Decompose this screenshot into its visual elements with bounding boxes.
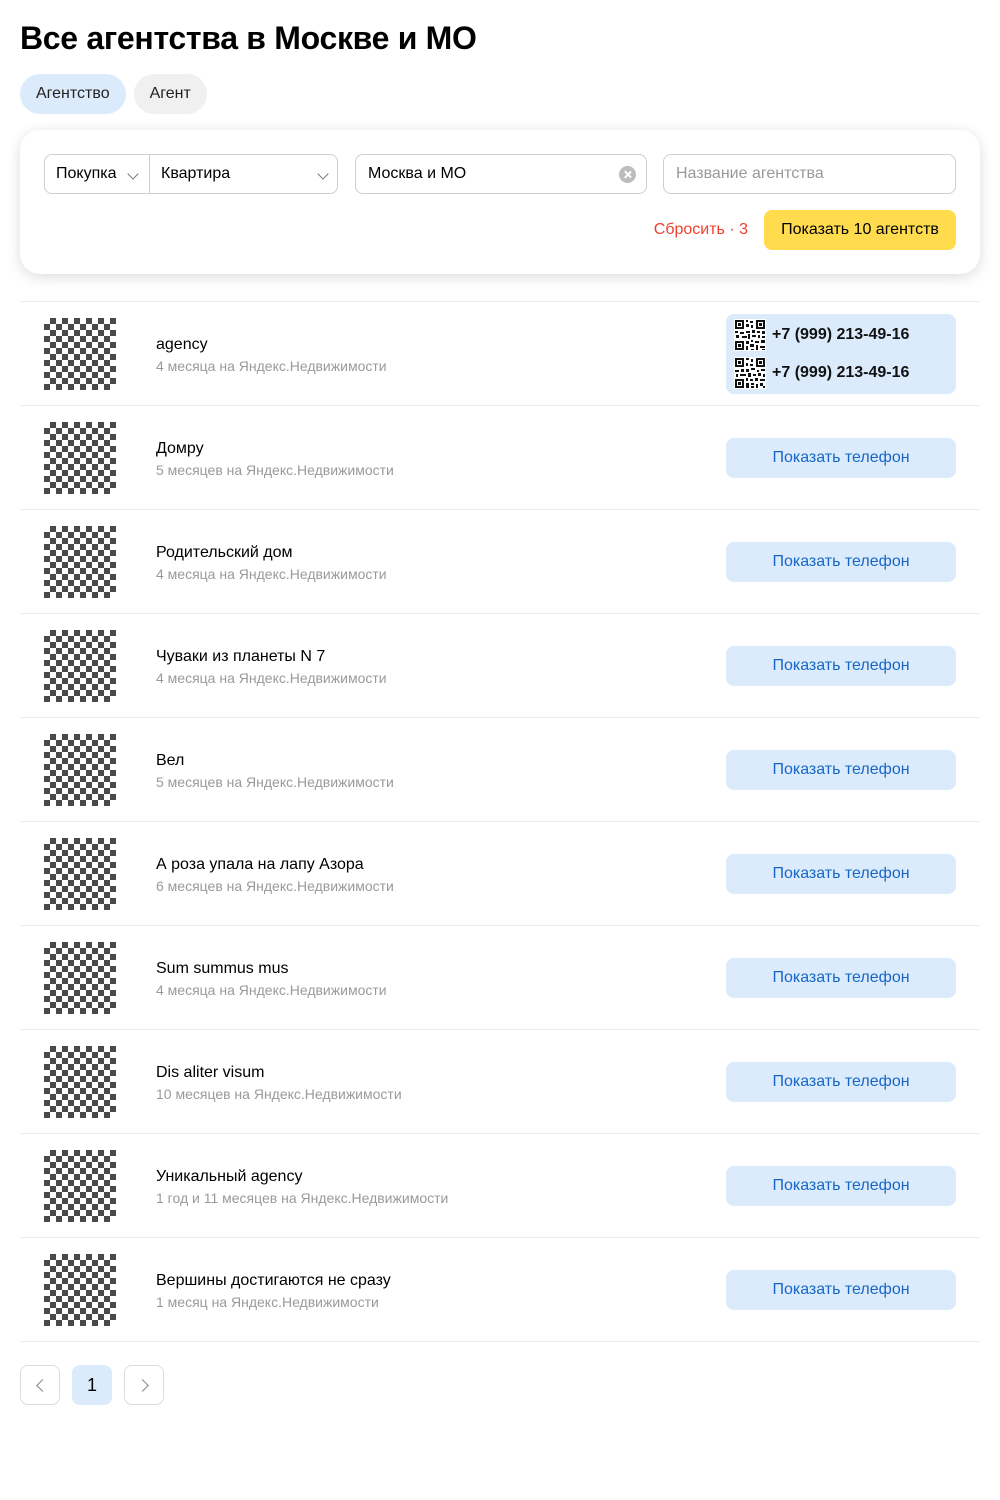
- phones-box: +7 (999) 213-49-16 +7 (999) 213-49-16: [726, 314, 956, 394]
- list-item: Чуваки из планеты N 7 4 месяца на Яндекс…: [20, 614, 980, 718]
- qr-code-icon: [734, 357, 766, 389]
- tab-agent[interactable]: Агент: [133, 74, 207, 114]
- chevron-down-icon: [127, 168, 139, 180]
- agency-meta: 6 месяцев на Яндекс.Недвижимости: [156, 878, 394, 894]
- list-item: Sum summus mus 4 месяца на Яндекс.Недвиж…: [20, 926, 980, 1030]
- agency-name[interactable]: Родительский дом: [156, 543, 293, 563]
- agency-type-tabs: Агентство Агент: [20, 74, 207, 114]
- agency-name[interactable]: Вел: [156, 751, 184, 771]
- agency-meta: 10 месяцев на Яндекс.Недвижимости: [156, 1086, 402, 1102]
- prev-page-button[interactable]: [20, 1365, 60, 1405]
- agency-name[interactable]: Уникальный agency: [156, 1167, 302, 1187]
- chevron-down-icon: [317, 168, 329, 180]
- list-item: Уникальный agency 1 год и 11 месяцев на …: [20, 1134, 980, 1238]
- agency-logo[interactable]: [44, 1046, 116, 1118]
- region-input[interactable]: Москва и МО: [355, 154, 647, 194]
- show-phone-button[interactable]: Показать телефон: [726, 1270, 956, 1310]
- show-phone-button[interactable]: Показать телефон: [726, 958, 956, 998]
- show-phone-button[interactable]: Показать телефон: [726, 854, 956, 894]
- category-value: Квартира: [161, 165, 231, 182]
- list-item: А роза упала на лапу Азора 6 месяцев на …: [20, 822, 980, 926]
- agency-name[interactable]: Чуваки из планеты N 7: [156, 647, 325, 667]
- agency-logo[interactable]: [44, 1254, 116, 1326]
- agency-meta: 4 месяца на Яндекс.Недвижимости: [156, 358, 387, 374]
- phone-number[interactable]: +7 (999) 213-49-16: [772, 326, 909, 344]
- list-item: Домру 5 месяцев на Яндекс.Недвижимости П…: [20, 406, 980, 510]
- clear-icon[interactable]: [619, 166, 636, 183]
- phone-line: +7 (999) 213-49-16: [734, 354, 956, 392]
- page-title: Все агентства в Москве и МО: [20, 20, 477, 56]
- deal-type-select[interactable]: Покупка: [45, 155, 150, 193]
- show-phone-button[interactable]: Показать телефон: [726, 646, 956, 686]
- list-item: agency 4 месяца на Яндекс.Недвижимости +…: [20, 302, 980, 406]
- pagination: 1: [20, 1365, 164, 1405]
- agency-logo[interactable]: [44, 942, 116, 1014]
- show-phone-button[interactable]: Показать телефон: [726, 1062, 956, 1102]
- show-phone-button[interactable]: Показать телефон: [726, 750, 956, 790]
- agency-name[interactable]: agency: [156, 335, 208, 355]
- show-phone-button[interactable]: Показать телефон: [726, 1166, 956, 1206]
- agency-logo[interactable]: [44, 422, 116, 494]
- list-item: Вел 5 месяцев на Яндекс.Недвижимости Пок…: [20, 718, 980, 822]
- chevron-right-icon: [136, 1379, 149, 1392]
- phone-number[interactable]: +7 (999) 213-49-16: [772, 364, 909, 382]
- agency-meta: 5 месяцев на Яндекс.Недвижимости: [156, 462, 394, 478]
- list-item: Dis aliter visum 10 месяцев на Яндекс.Не…: [20, 1030, 980, 1134]
- page-number-button[interactable]: 1: [72, 1365, 112, 1405]
- agency-meta: 1 год и 11 месяцев на Яндекс.Недвижимост…: [156, 1190, 449, 1206]
- agency-meta: 1 месяц на Яндекс.Недвижимости: [156, 1294, 379, 1310]
- agency-meta: 5 месяцев на Яндекс.Недвижимости: [156, 774, 394, 790]
- show-phone-button[interactable]: Показать телефон: [726, 438, 956, 478]
- agency-name[interactable]: Вершины достигаются не сразу: [156, 1271, 391, 1291]
- agency-name[interactable]: Dis aliter visum: [156, 1063, 264, 1083]
- region-value: Москва и МО: [368, 165, 467, 182]
- agency-logo[interactable]: [44, 734, 116, 806]
- qr-code-icon: [734, 319, 766, 351]
- next-page-button[interactable]: [124, 1365, 164, 1405]
- chevron-left-icon: [36, 1379, 49, 1392]
- phone-line: +7 (999) 213-49-16: [734, 316, 956, 354]
- reset-filters-link[interactable]: Сбросить · 3: [654, 210, 748, 250]
- agency-name[interactable]: А роза упала на лапу Азора: [156, 855, 364, 875]
- deal-category-select-group: Покупка Квартира: [44, 154, 338, 194]
- show-agencies-button[interactable]: Показать 10 агентств: [764, 210, 956, 250]
- agency-list: agency 4 месяца на Яндекс.Недвижимости +…: [20, 301, 980, 1342]
- agency-meta: 4 месяца на Яндекс.Недвижимости: [156, 566, 387, 582]
- agency-logo[interactable]: [44, 318, 116, 390]
- agency-meta: 4 месяца на Яндекс.Недвижимости: [156, 670, 387, 686]
- agency-logo[interactable]: [44, 838, 116, 910]
- agency-meta: 4 месяца на Яндекс.Недвижимости: [156, 982, 387, 998]
- category-select[interactable]: Квартира: [150, 155, 337, 193]
- deal-type-value: Покупка: [56, 165, 117, 182]
- list-item: Вершины достигаются не сразу 1 месяц на …: [20, 1238, 980, 1342]
- agency-logo[interactable]: [44, 526, 116, 598]
- filter-panel: Покупка Квартира Москва и МО Название аг…: [20, 130, 980, 274]
- agency-name[interactable]: Sum summus mus: [156, 959, 288, 979]
- agency-logo[interactable]: [44, 630, 116, 702]
- tab-agency[interactable]: Агентство: [20, 74, 126, 114]
- show-phone-button[interactable]: Показать телефон: [726, 542, 956, 582]
- agency-name-input[interactable]: Название агентства: [663, 154, 956, 194]
- list-item: Родительский дом 4 месяца на Яндекс.Недв…: [20, 510, 980, 614]
- agency-logo[interactable]: [44, 1150, 116, 1222]
- agency-name[interactable]: Домру: [156, 439, 204, 459]
